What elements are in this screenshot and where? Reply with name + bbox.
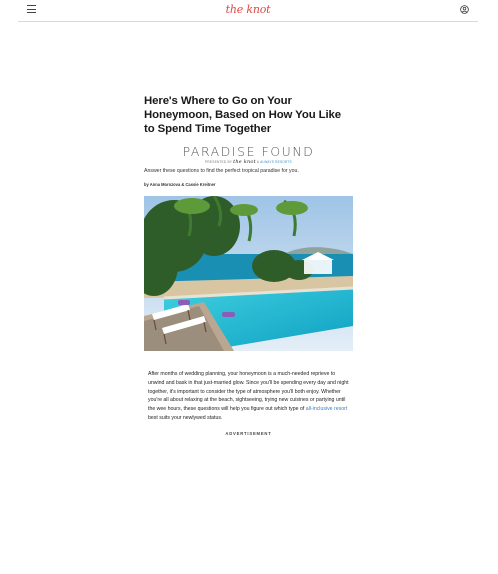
resort-pool-hero-image bbox=[144, 196, 353, 351]
top-navigation-bar: the knot bbox=[18, 0, 478, 22]
all-inclusive-resort-link[interactable]: all-inclusive resort bbox=[306, 406, 348, 412]
article-body-paragraph: After months of wedding planning, your h… bbox=[144, 370, 353, 423]
presented-by-label: PRESENTED BY bbox=[205, 160, 233, 164]
body-text-outro: best suits your newlywed status. bbox=[148, 414, 223, 421]
user-account-icon[interactable] bbox=[460, 5, 469, 14]
partner-logo: ALWAYS RESORTS bbox=[260, 160, 292, 164]
the-knot-logo[interactable]: the knot bbox=[226, 3, 271, 16]
article-headline: Here's Where to Go on Your Honeymoon, Ba… bbox=[144, 95, 342, 135]
presented-knot-logo: the knot bbox=[233, 159, 256, 165]
article-dek: Answer these questions to find the perfe… bbox=[144, 168, 299, 174]
article-byline: by Anna Morozova & Cassie Kreitner bbox=[144, 182, 216, 187]
presented-by-line: PRESENTED BY the knot & ALWAYS RESORTS bbox=[144, 160, 353, 165]
advertisement-label: ADVERTISEMENT bbox=[225, 430, 272, 436]
presented-ampersand: & bbox=[256, 160, 260, 164]
paradise-found-title: PARADISE FOUND bbox=[182, 144, 315, 159]
sponsor-brand-block: PARADISE FOUND PRESENTED BY the knot & A… bbox=[144, 145, 353, 165]
hamburger-menu-icon[interactable] bbox=[27, 5, 36, 13]
article-content: Here's Where to Go on Your Honeymoon, Ba… bbox=[144, 94, 353, 436]
